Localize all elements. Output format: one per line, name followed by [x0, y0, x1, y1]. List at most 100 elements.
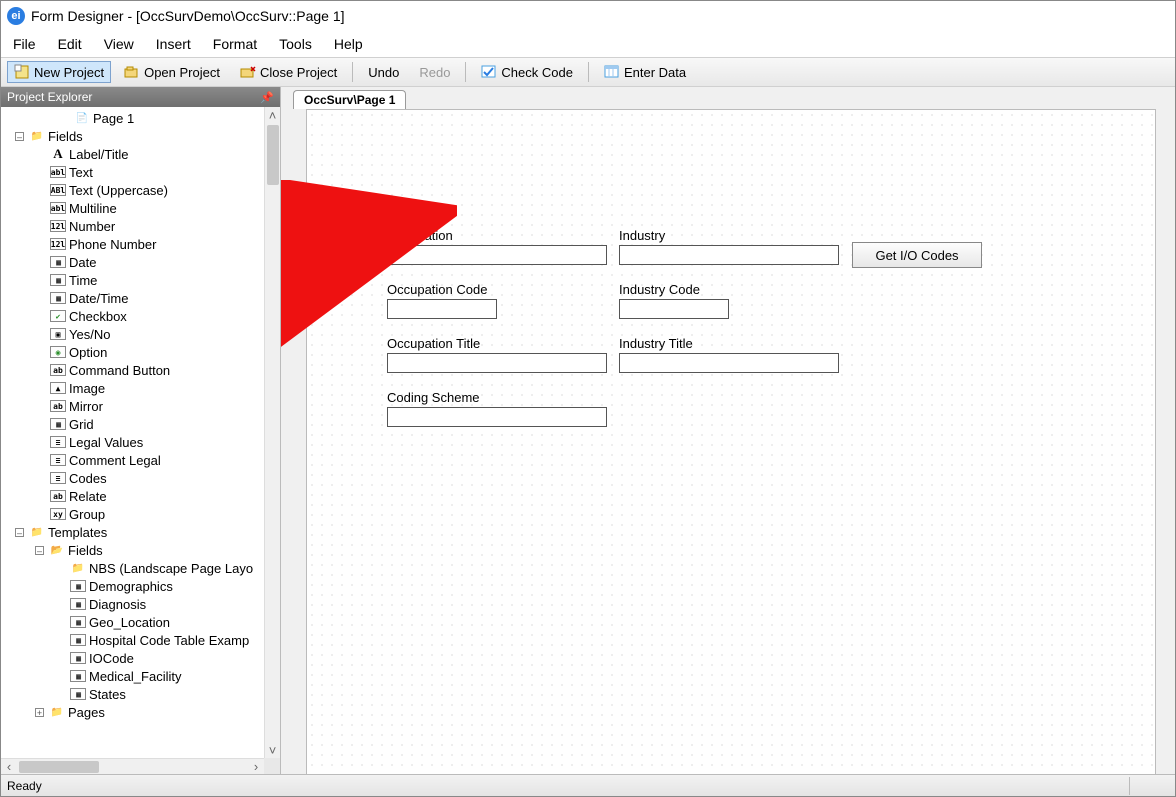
tree-node-time[interactable]: ▦Time	[1, 271, 264, 289]
menu-view[interactable]: View	[104, 36, 134, 52]
tree-node-phone[interactable]: 12lPhone Number	[1, 235, 264, 253]
industry-code-input[interactable]	[619, 299, 729, 319]
tree-node-page1[interactable]: 📄Page 1	[1, 109, 264, 127]
tree-node-pages[interactable]: +📁Pages	[1, 703, 264, 721]
statusbar: Ready	[1, 774, 1175, 796]
industry-title-input[interactable]	[619, 353, 839, 373]
menu-format[interactable]: Format	[213, 36, 257, 52]
command-field-icon: ab	[50, 363, 66, 377]
collapse-icon[interactable]: –	[35, 546, 44, 555]
tree-node-label-title[interactable]: ALabel/Title	[1, 145, 264, 163]
undo-button[interactable]: Undo	[361, 62, 406, 83]
toolbar-separator	[588, 62, 589, 82]
tree-node-datetime[interactable]: ▦Date/Time	[1, 289, 264, 307]
tree-node-number[interactable]: 12lNumber	[1, 217, 264, 235]
explorer-horizontal-scrollbar[interactable]: ‹ ›	[1, 758, 264, 774]
tree-node-tpl-demographics[interactable]: ▦Demographics	[1, 577, 264, 595]
tree-node-legal[interactable]: ≡Legal Values	[1, 433, 264, 451]
form-canvas[interactable]: Occupation Industry Get I/O Codes Occupa…	[306, 109, 1156, 774]
open-project-label: Open Project	[144, 65, 220, 80]
new-project-button[interactable]: New Project	[7, 61, 111, 83]
scroll-thumb[interactable]	[19, 761, 99, 773]
tree-node-mirror[interactable]: abMirror	[1, 397, 264, 415]
tree-node-templates-fields[interactable]: –📂Fields	[1, 541, 264, 559]
scroll-right-icon[interactable]: ›	[248, 759, 264, 774]
close-project-button[interactable]: Close Project	[233, 61, 344, 83]
grid-field-icon: ▦	[50, 417, 66, 431]
app-icon: ei	[7, 7, 25, 25]
menubar: File Edit View Insert Format Tools Help	[1, 31, 1175, 57]
occupation-code-input[interactable]	[387, 299, 497, 319]
occupation-input[interactable]	[387, 245, 607, 265]
tree-node-multiline[interactable]: ablMultiline	[1, 199, 264, 217]
field-industry-code[interactable]: Industry Code	[619, 282, 729, 319]
tree-node-text-upper[interactable]: ABlText (Uppercase)	[1, 181, 264, 199]
menu-insert[interactable]: Insert	[156, 36, 191, 52]
tree-node-checkbox[interactable]: ✔Checkbox	[1, 307, 264, 325]
tree-node-tpl-states[interactable]: ▦States	[1, 685, 264, 703]
pin-icon[interactable]: 📌	[260, 91, 274, 104]
design-area: OccSurv\Page 1 Occupation Industry Get I…	[281, 87, 1175, 774]
coding-scheme-input[interactable]	[387, 407, 607, 427]
tree-node-tpl-hospital[interactable]: ▦Hospital Code Table Examp	[1, 631, 264, 649]
tree-node-relate[interactable]: abRelate	[1, 487, 264, 505]
undo-label: Undo	[368, 65, 399, 80]
project-explorer-header[interactable]: Project Explorer 📌	[1, 87, 280, 107]
tree-node-tpl-nbs[interactable]: 📁NBS (Landscape Page Layo	[1, 559, 264, 577]
tree-node-command[interactable]: abCommand Button	[1, 361, 264, 379]
project-explorer-tree[interactable]: 📄Page 1 –📁Fields ALabel/Title ablText AB…	[1, 107, 264, 758]
industry-input[interactable]	[619, 245, 839, 265]
redo-button[interactable]: Redo	[412, 62, 457, 83]
scroll-up-icon[interactable]: ˄	[265, 107, 280, 123]
label-field-icon: A	[50, 147, 66, 161]
explorer-vertical-scrollbar[interactable]: ˄ ˅	[264, 107, 280, 758]
tree-node-comment-legal[interactable]: ≡Comment Legal	[1, 451, 264, 469]
tree-node-date[interactable]: ▦Date	[1, 253, 264, 271]
field-industry-title[interactable]: Industry Title	[619, 336, 839, 373]
check-code-button[interactable]: Check Code	[474, 61, 580, 83]
tree-node-tpl-geo[interactable]: ▦Geo_Location	[1, 613, 264, 631]
industry-code-label: Industry Code	[619, 282, 729, 297]
tree-node-tpl-diagnosis[interactable]: ▦Diagnosis	[1, 595, 264, 613]
expand-icon[interactable]: +	[35, 708, 44, 717]
tree-node-grid[interactable]: ▦Grid	[1, 415, 264, 433]
tree-node-image[interactable]: ▲Image	[1, 379, 264, 397]
tab-page1[interactable]: OccSurv\Page 1	[293, 90, 406, 109]
datetime-field-icon: ▦	[50, 291, 66, 305]
resize-grip[interactable]	[1129, 777, 1169, 795]
menu-help[interactable]: Help	[334, 36, 363, 52]
occupation-title-input[interactable]	[387, 353, 607, 373]
tree-node-templates[interactable]: –📁Templates	[1, 523, 264, 541]
tree-node-option[interactable]: ◉Option	[1, 343, 264, 361]
template-icon: ▦	[70, 579, 86, 593]
tab-page1-label: OccSurv\Page 1	[304, 93, 395, 107]
menu-tools[interactable]: Tools	[279, 36, 312, 52]
tree-node-codes[interactable]: ≡Codes	[1, 469, 264, 487]
close-project-icon	[240, 64, 256, 80]
field-occupation[interactable]: Occupation	[387, 228, 607, 265]
number-field-icon: 12l	[50, 219, 66, 233]
date-field-icon: ▦	[50, 255, 66, 269]
open-project-button[interactable]: Open Project	[117, 61, 227, 83]
enter-data-button[interactable]: Enter Data	[597, 61, 693, 83]
scroll-down-icon[interactable]: ˅	[265, 742, 280, 758]
menu-file[interactable]: File	[13, 36, 36, 52]
tree-node-tpl-iocode[interactable]: ▦IOCode	[1, 649, 264, 667]
menu-edit[interactable]: Edit	[58, 36, 82, 52]
scroll-thumb[interactable]	[267, 125, 279, 185]
scroll-left-icon[interactable]: ‹	[1, 759, 17, 774]
tree-node-fields[interactable]: –📁Fields	[1, 127, 264, 145]
tree-node-group[interactable]: xyGroup	[1, 505, 264, 523]
tree-node-text[interactable]: ablText	[1, 163, 264, 181]
tree-node-yesno[interactable]: ▣Yes/No	[1, 325, 264, 343]
field-coding-scheme[interactable]: Coding Scheme	[387, 390, 607, 427]
field-industry[interactable]: Industry	[619, 228, 839, 265]
collapse-icon[interactable]: –	[15, 528, 24, 537]
tree-node-tpl-medical[interactable]: ▦Medical_Facility	[1, 667, 264, 685]
collapse-icon[interactable]: –	[15, 132, 24, 141]
folder-icon: 📁	[29, 525, 45, 539]
field-occupation-title[interactable]: Occupation Title	[387, 336, 607, 373]
get-io-codes-button[interactable]: Get I/O Codes	[852, 242, 982, 268]
field-occupation-code[interactable]: Occupation Code	[387, 282, 497, 319]
template-icon: 📁	[70, 561, 86, 575]
